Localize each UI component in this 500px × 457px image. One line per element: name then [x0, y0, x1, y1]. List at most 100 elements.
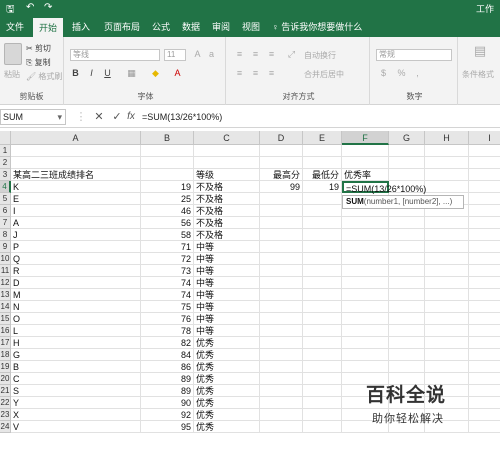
cell-h10[interactable]: [425, 253, 469, 265]
tab-formulas[interactable]: 公式: [148, 17, 174, 37]
cell-d2[interactable]: [260, 157, 303, 169]
cell-f8[interactable]: [342, 229, 389, 241]
wrap-text-button[interactable]: 自动换行: [304, 50, 336, 61]
cell-f1[interactable]: [342, 145, 389, 157]
cell-g19[interactable]: [389, 361, 425, 373]
cell-d22[interactable]: [260, 397, 303, 409]
cell-i5[interactable]: [469, 193, 500, 205]
cell-g17[interactable]: [389, 337, 425, 349]
cell-i19[interactable]: [469, 361, 500, 373]
cell-c13[interactable]: 中等: [194, 289, 260, 301]
cell-c18[interactable]: 优秀: [194, 349, 260, 361]
cell-h4[interactable]: [425, 181, 469, 193]
cell-g10[interactable]: [389, 253, 425, 265]
cell-d19[interactable]: [260, 361, 303, 373]
cell-a19[interactable]: B: [11, 361, 141, 373]
cell-a21[interactable]: S: [11, 385, 141, 397]
chevron-down-icon[interactable]: ▾: [57, 110, 62, 124]
row-header-11[interactable]: 11: [0, 265, 11, 277]
align-center-icon[interactable]: ≡: [250, 68, 261, 79]
cell-d14[interactable]: [260, 301, 303, 313]
cell-h8[interactable]: [425, 229, 469, 241]
cell-i13[interactable]: [469, 289, 500, 301]
cell-e19[interactable]: [303, 361, 342, 373]
row-header-15[interactable]: 15: [0, 313, 11, 325]
cell-i23[interactable]: [469, 409, 500, 421]
cell-f9[interactable]: [342, 241, 389, 253]
active-cell[interactable]: =SUM(13/26*100%): [342, 181, 426, 194]
cell-h16[interactable]: [425, 325, 469, 337]
cell-a2[interactable]: [11, 157, 141, 169]
cell-e12[interactable]: [303, 277, 342, 289]
cell-i3[interactable]: [469, 169, 500, 181]
cell-c20[interactable]: 优秀: [194, 373, 260, 385]
cell-b24[interactable]: 95: [141, 421, 194, 433]
cell-b9[interactable]: 71: [141, 241, 194, 253]
cell-b6[interactable]: 46: [141, 205, 194, 217]
cell-e16[interactable]: [303, 325, 342, 337]
cell-a1[interactable]: [11, 145, 141, 157]
cell-a24[interactable]: V: [11, 421, 141, 433]
cell-a23[interactable]: X: [11, 409, 141, 421]
cell-d21[interactable]: [260, 385, 303, 397]
cell-h7[interactable]: [425, 217, 469, 229]
row-header-20[interactable]: 20: [0, 373, 11, 385]
underline-button[interactable]: U: [102, 68, 113, 79]
cell-i11[interactable]: [469, 265, 500, 277]
comma-button[interactable]: ,: [412, 68, 423, 79]
cell-d7[interactable]: [260, 217, 303, 229]
cell-i21[interactable]: [469, 385, 500, 397]
percent-button[interactable]: %: [396, 68, 407, 79]
cell-b3[interactable]: [141, 169, 194, 181]
cell-b16[interactable]: 78: [141, 325, 194, 337]
cell-e15[interactable]: [303, 313, 342, 325]
tab-file[interactable]: 文件: [0, 17, 30, 37]
paste-icon[interactable]: [4, 43, 22, 65]
tab-page-layout[interactable]: 页面布局: [100, 17, 144, 37]
cell-g18[interactable]: [389, 349, 425, 361]
cell-e9[interactable]: [303, 241, 342, 253]
cell-d16[interactable]: [260, 325, 303, 337]
cell-f15[interactable]: [342, 313, 389, 325]
cell-c10[interactable]: 中等: [194, 253, 260, 265]
cell-e5[interactable]: [303, 193, 342, 205]
cell-b10[interactable]: 72: [141, 253, 194, 265]
cell-b15[interactable]: 76: [141, 313, 194, 325]
conditional-format-icon[interactable]: ▤: [472, 44, 488, 61]
undo-icon[interactable]: ↶: [26, 2, 34, 13]
orientation-icon[interactable]: ⤢: [286, 49, 297, 60]
cell-f14[interactable]: [342, 301, 389, 313]
cell-c9[interactable]: 中等: [194, 241, 260, 253]
name-box[interactable]: SUM ▾: [0, 109, 66, 125]
cell-b17[interactable]: 82: [141, 337, 194, 349]
cell-d6[interactable]: [260, 205, 303, 217]
number-format-select[interactable]: 常规: [376, 49, 452, 61]
cell-b20[interactable]: 89: [141, 373, 194, 385]
cell-b19[interactable]: 86: [141, 361, 194, 373]
cell-c22[interactable]: 优秀: [194, 397, 260, 409]
cell-h15[interactable]: [425, 313, 469, 325]
cell-a20[interactable]: C: [11, 373, 141, 385]
cell-f2[interactable]: [342, 157, 389, 169]
cell-c5[interactable]: 不及格: [194, 193, 260, 205]
tab-insert[interactable]: 插入: [68, 17, 94, 37]
cell-a17[interactable]: H: [11, 337, 141, 349]
font-color-icon[interactable]: A: [172, 68, 183, 79]
grow-font-icon[interactable]: A: [192, 49, 203, 60]
cell-i1[interactable]: [469, 145, 500, 157]
cell-i24[interactable]: [469, 421, 500, 433]
cell-g2[interactable]: [389, 157, 425, 169]
currency-icon[interactable]: $: [378, 68, 389, 79]
cell-g1[interactable]: [389, 145, 425, 157]
align-middle-icon[interactable]: ≡: [250, 49, 261, 60]
row-header-8[interactable]: 8: [0, 229, 11, 241]
cell-a12[interactable]: D: [11, 277, 141, 289]
tab-home[interactable]: 开始: [33, 17, 63, 37]
row-header-16[interactable]: 16: [0, 325, 11, 337]
cell-a3[interactable]: 某高二三班成绩排名: [11, 169, 141, 181]
cell-c16[interactable]: 中等: [194, 325, 260, 337]
column-header-g[interactable]: G: [389, 131, 425, 145]
cell-b22[interactable]: 90: [141, 397, 194, 409]
cell-d17[interactable]: [260, 337, 303, 349]
cell-h2[interactable]: [425, 157, 469, 169]
